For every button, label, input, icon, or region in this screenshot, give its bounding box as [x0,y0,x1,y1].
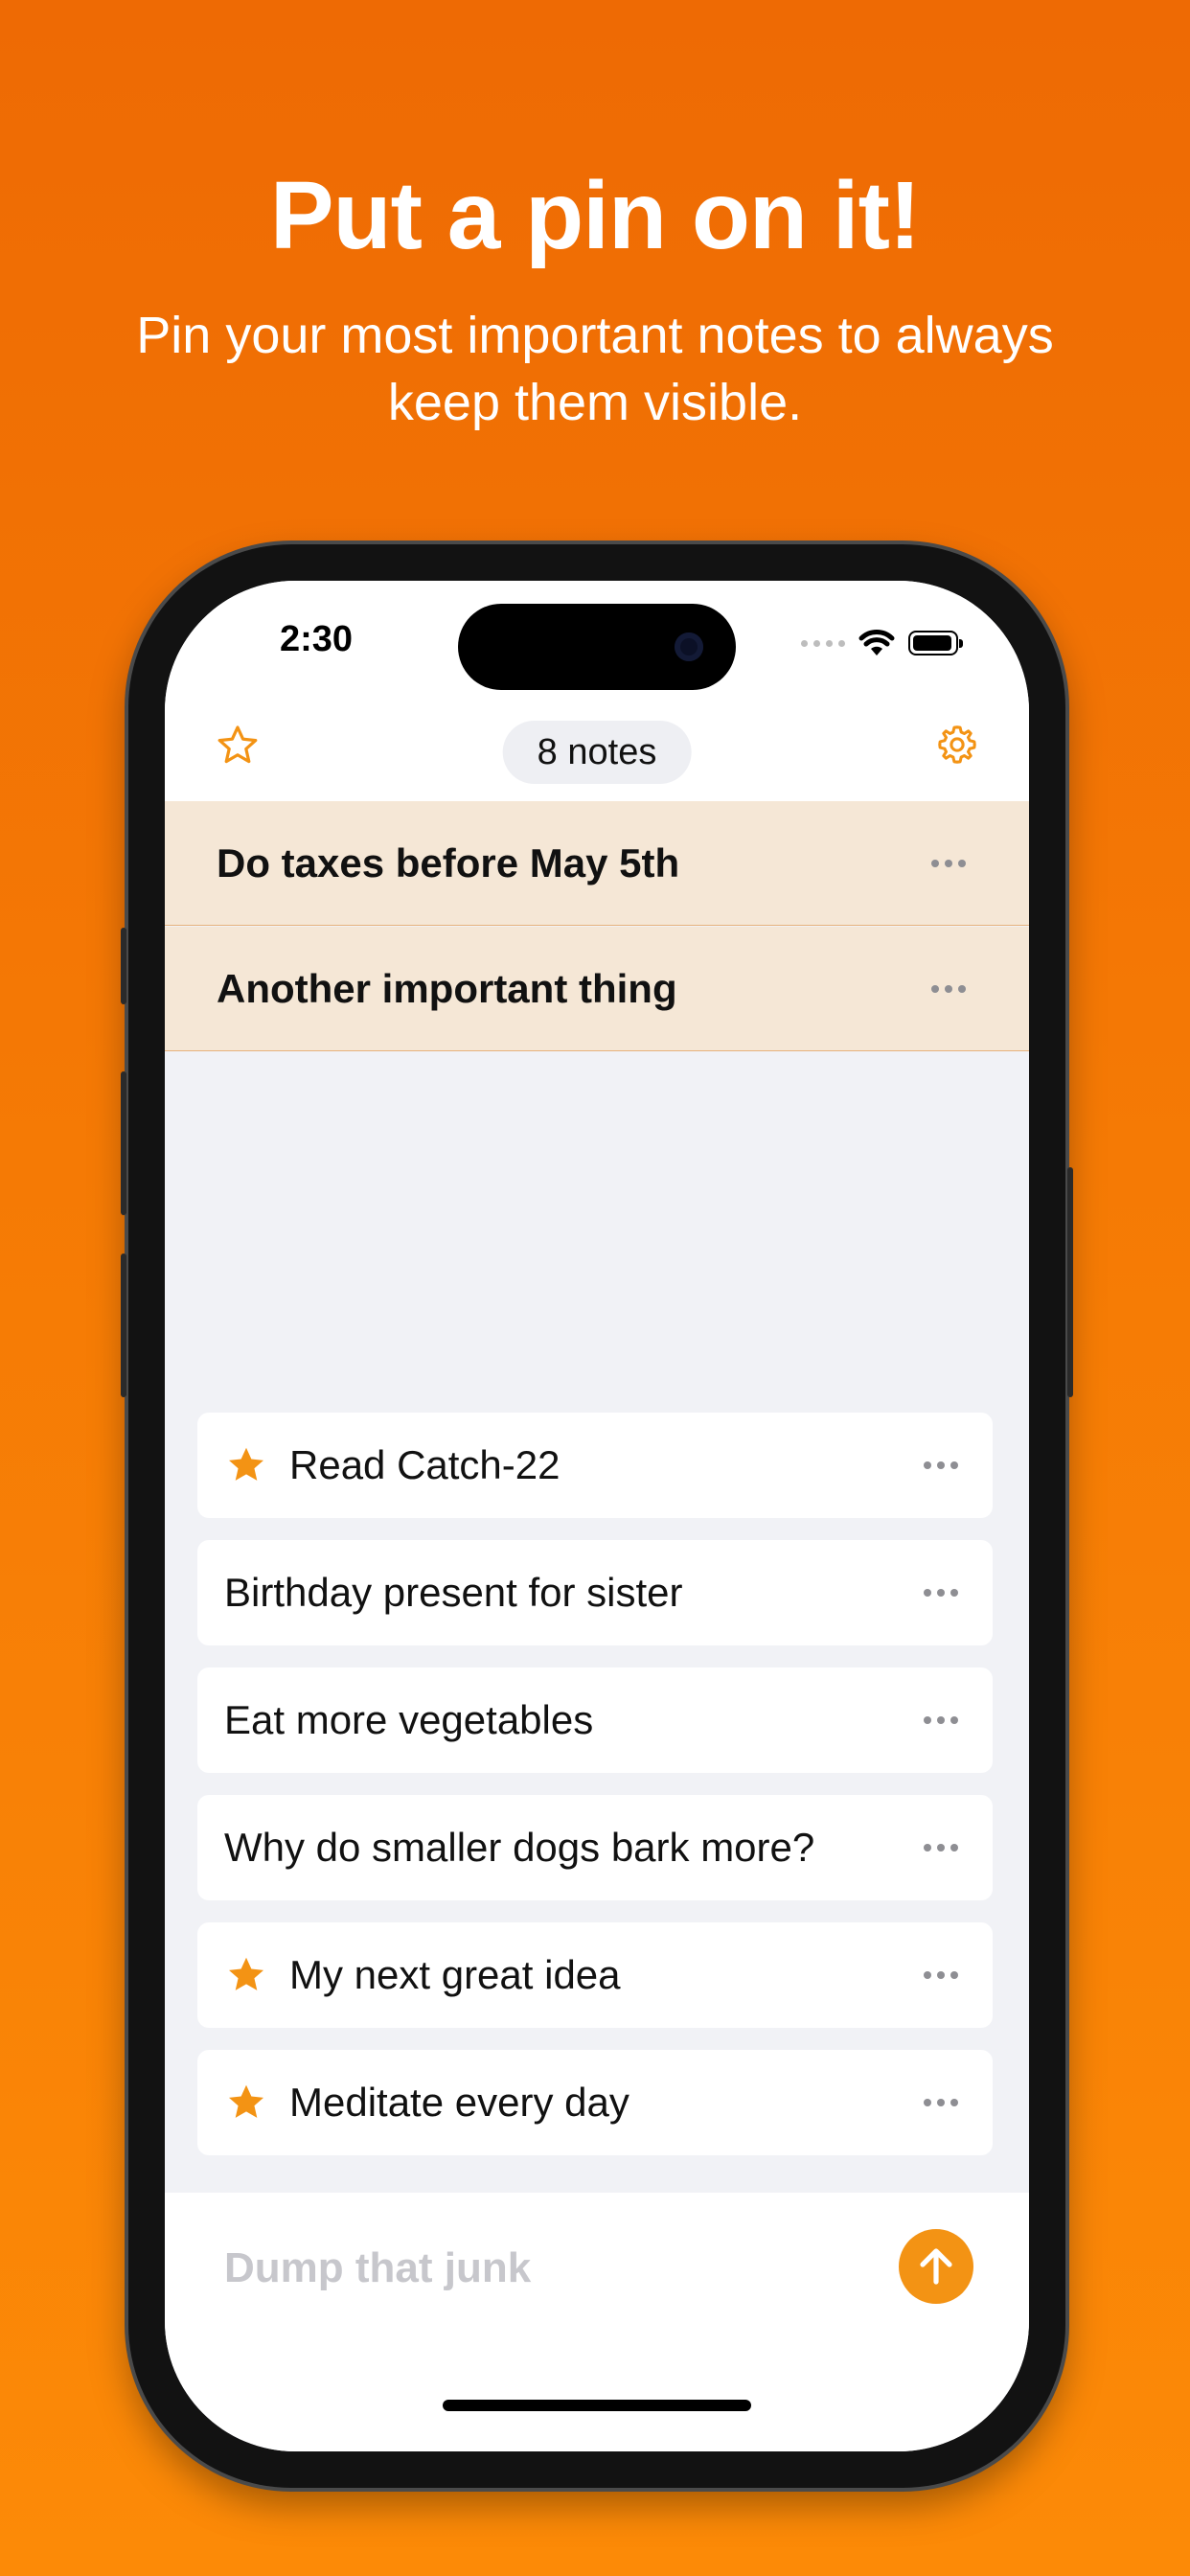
note-card[interactable]: My next great idea [197,1922,993,2028]
note-card[interactable]: Birthday present for sister [197,1540,993,1645]
promo-subline: Pin your most important notes to always … [136,307,1054,431]
notes-count-badge[interactable]: 8 notes [502,721,692,784]
more-options-icon[interactable] [924,1971,958,1979]
pinned-note-text: Do taxes before May 5th [217,840,680,886]
volume-up-button [121,1071,126,1215]
arrow-up-icon [920,2248,952,2285]
note-text: Birthday present for sister [224,1570,683,1615]
phone-frame: 2:30 8 notes Do taxes before May 5th Ano… [121,544,1073,2488]
more-options-icon[interactable] [924,1461,958,1469]
composer-bar: Dump that junk [165,2193,1029,2451]
app-screen: 2:30 8 notes Do taxes before May 5th Ano… [165,581,1029,2451]
home-indicator [443,2400,751,2411]
star-outline-icon[interactable] [215,723,261,769]
star-filled-icon[interactable] [224,1953,268,1997]
more-options-icon[interactable] [931,984,966,993]
header-area: 2:30 8 notes [165,581,1029,801]
promo-headline: Put a pin on it! [269,162,921,269]
more-options-icon[interactable] [924,2099,958,2106]
status-time: 2:30 [280,619,354,659]
status-icons [801,629,963,657]
note-input[interactable]: Dump that junk [224,2244,531,2292]
pinned-note-row[interactable]: Do taxes before May 5th [165,801,1029,926]
more-options-icon[interactable] [924,1716,958,1724]
note-card[interactable]: Why do smaller dogs bark more? [197,1795,993,1900]
send-button[interactable] [899,2229,973,2304]
wifi-icon [858,630,895,656]
pinned-note-text: Another important thing [217,966,677,1011]
camera-icon [675,632,703,661]
pinned-note-row[interactable]: Another important thing [165,927,1029,1051]
volume-down-button [121,1254,126,1397]
note-card[interactable]: Meditate every day [197,2050,993,2155]
note-text: Eat more vegetables [224,1697,594,1742]
note-card[interactable]: Eat more vegetables [197,1668,993,1773]
dynamic-island [458,604,736,690]
action-button [121,928,126,1004]
more-options-icon[interactable] [924,1589,958,1597]
star-filled-icon[interactable] [224,2081,268,2125]
note-text: Read Catch-22 [289,1442,561,1487]
power-button [1067,1167,1073,1397]
battery-icon [908,631,963,656]
cellular-signal-icon [801,639,845,647]
note-text: Meditate every day [289,2080,629,2125]
more-options-icon[interactable] [931,859,966,867]
note-text: My next great idea [289,1952,621,1997]
more-options-icon[interactable] [924,1844,958,1852]
note-card[interactable]: Read Catch-22 [197,1413,993,1518]
note-text: Why do smaller dogs bark more? [224,1825,815,1870]
gear-icon[interactable] [935,723,979,767]
star-filled-icon[interactable] [224,1443,268,1487]
